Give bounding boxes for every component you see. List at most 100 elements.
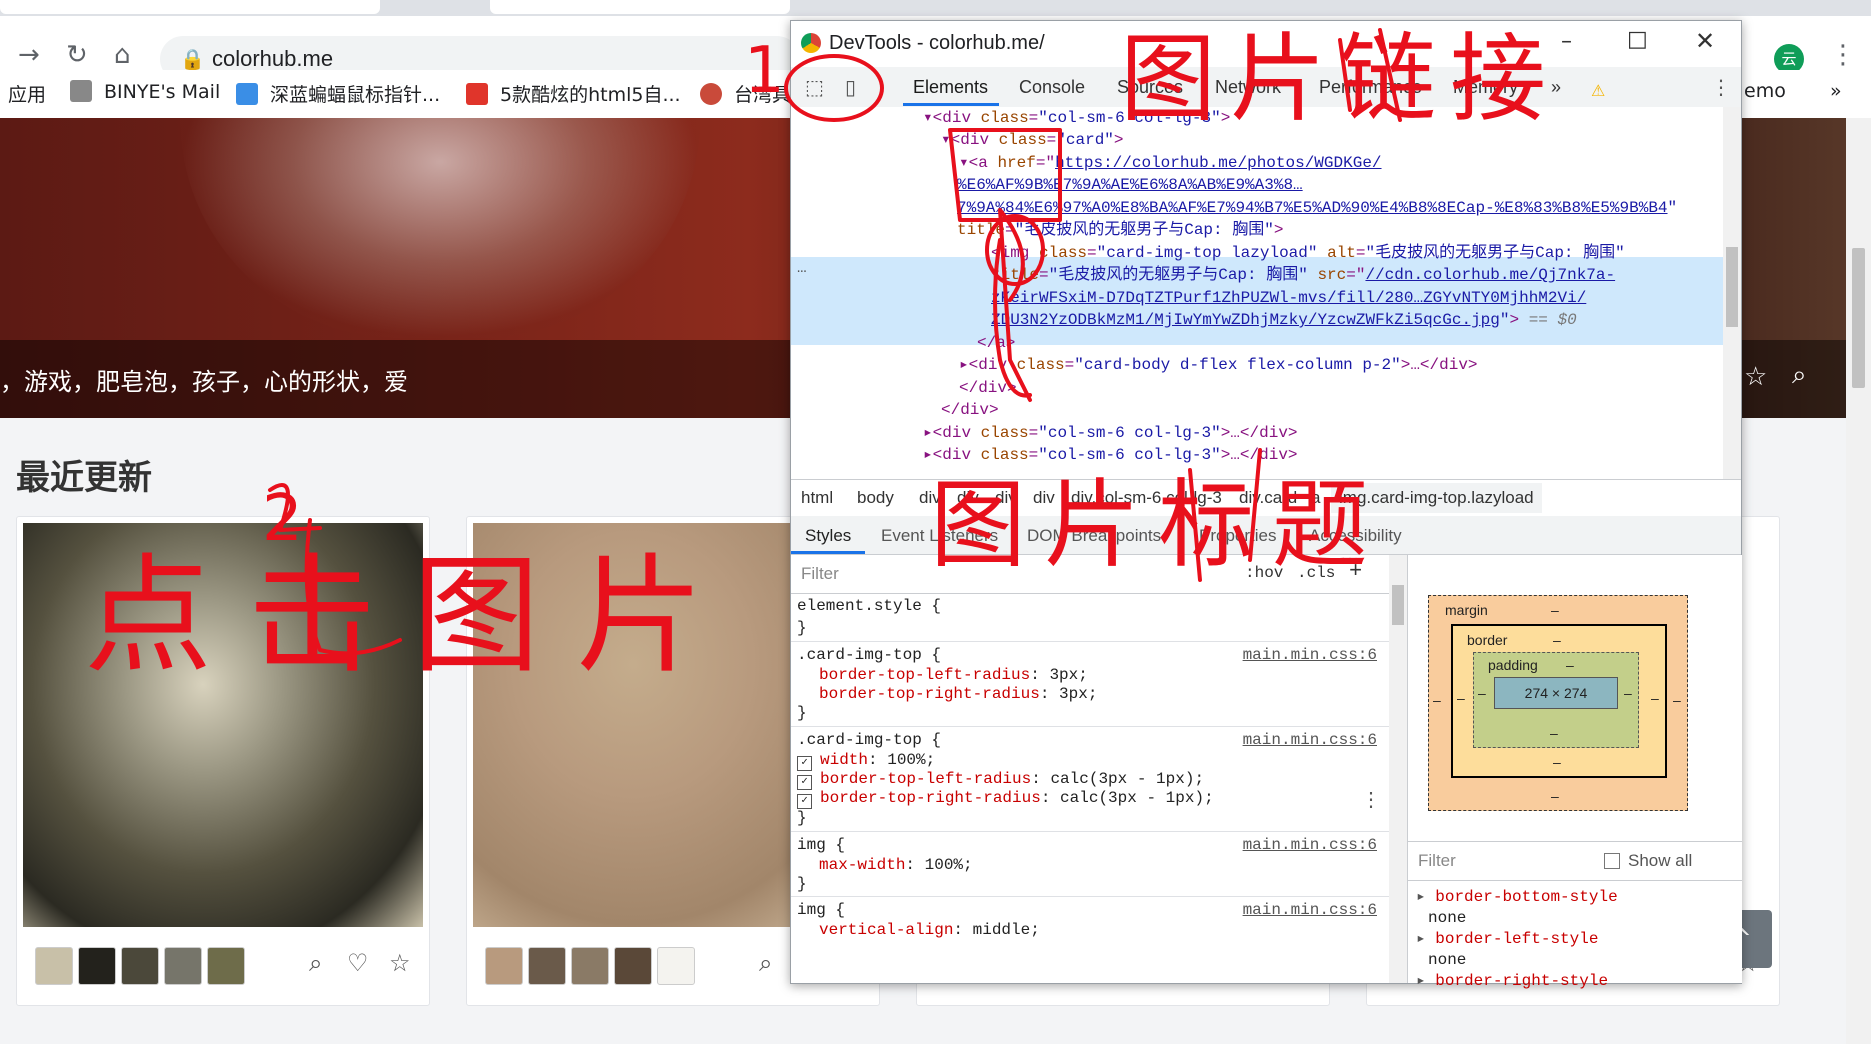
style-property[interactable]: border-top-left-radius: 3px; [819,666,1088,684]
margin-right-value[interactable]: – [1673,692,1681,708]
forward-icon[interactable]: → [18,40,40,70]
padding-bottom-value[interactable]: – [1550,725,1558,741]
card-image[interactable] [23,523,423,927]
dom-line[interactable]: </div> [941,399,999,422]
scrollbar-thumb[interactable] [1852,248,1865,388]
show-all-checkbox[interactable] [1604,853,1620,869]
bookmark-mail[interactable]: BINYE's Mail [70,80,220,103]
tab-dom-breakpoints[interactable]: DOM Breakpoints [1027,526,1161,546]
bookmark-apps[interactable]: 应用 [8,80,46,107]
color-swatch[interactable] [78,947,116,985]
device-toolbar-icon[interactable]: ▯ [845,75,856,99]
color-swatch[interactable] [657,947,695,985]
dom-line[interactable]: ▸<div class="card-body d-flex flex-colum… [959,354,1478,377]
property-checkbox[interactable]: ✓ [797,775,812,790]
style-property[interactable]: max-width: 100%; [819,856,973,874]
property-checkbox[interactable]: ✓ [797,756,812,771]
dom-line[interactable]: ZDU3N2YzODBkMzM1/MjIwYmYwZDhjMzky/YzcwZW… [991,309,1577,332]
bookmark-taiwan[interactable]: 台湾具 [700,80,791,107]
maximize-icon[interactable]: □ [1627,27,1648,52]
breadcrumb-item[interactable]: div [919,488,941,508]
border-right-value[interactable]: – [1651,690,1659,706]
home-icon[interactable]: ⌂ [114,40,131,70]
border-bottom-value[interactable]: – [1553,754,1561,770]
style-property[interactable]: border-top-right-radius: 3px; [819,685,1097,703]
style-property[interactable]: vertical-align: middle; [819,921,1040,939]
box-model-padding[interactable]: padding – – – – 274 × 274 [1473,652,1639,748]
color-swatch[interactable] [164,947,202,985]
tab-styles[interactable]: Styles [805,526,851,546]
tab-properties[interactable]: Properties [1199,526,1276,546]
rule-selector[interactable]: element.style { [797,597,941,615]
close-icon[interactable]: ✕ [1695,27,1715,55]
rule-selector[interactable]: .card-img-top { [797,646,941,664]
color-swatch[interactable] [614,947,652,985]
dom-scrollbar[interactable] [1723,107,1741,479]
style-property[interactable]: ✓ width: 100%; [797,751,935,771]
breadcrumb-item-selected[interactable]: img.card-img-top.lazyload [1331,483,1542,513]
box-model-margin[interactable]: margin – – – – border – – – – padding – … [1428,595,1688,811]
breadcrumb-item[interactable]: html [801,488,833,508]
border-left-value[interactable]: – [1457,690,1465,706]
dom-line[interactable]: title="毛皮披风的无躯男子与Cap: 胸围" src="//cdn.col… [991,264,1615,287]
tab-network[interactable]: Network [1215,77,1281,98]
tab-sources[interactable]: Sources [1117,77,1183,98]
more-tabs-icon[interactable]: » [1551,77,1561,98]
margin-top-value[interactable]: – [1551,602,1559,618]
new-rule-icon[interactable]: + [1349,559,1362,584]
bookmark-bat[interactable]: 深蓝蝙蝠鼠标指针... [236,80,440,107]
minimize-icon[interactable]: – [1561,29,1572,54]
breadcrumb-item[interactable]: div.col-sm-6.col-lg-3 [1071,488,1222,508]
breadcrumb-item[interactable]: div [957,488,979,508]
tab-console[interactable]: Console [1019,77,1085,98]
dom-line[interactable]: <img class="card-img-top lazyload" alt="… [991,242,1625,265]
style-property-overridden[interactable]: ✓ border-top-right-radius: calc(3px - 1px… [797,789,1214,809]
color-swatch[interactable] [528,947,566,985]
dom-line[interactable]: </a> [977,332,1015,355]
box-model-content[interactable]: 274 × 274 [1494,677,1618,709]
rule-selector[interactable]: .card-img-top { [797,731,941,749]
dom-line[interactable]: %E6%AF%9B%E7%9A%AE%E6%8A%AB%E9%A3%8… [957,174,1303,197]
breadcrumb-item[interactable]: div [995,488,1017,508]
breadcrumb-item[interactable]: div [1033,488,1055,508]
tab-elements[interactable]: Elements [913,77,988,98]
browser-tab[interactable] [0,0,380,14]
rule-selector[interactable]: img { [797,901,845,919]
bookmark-html5[interactable]: 5款酷炫的html5自... [466,80,681,107]
tab-accessibility[interactable]: Accessibility [1309,526,1402,546]
color-swatch[interactable] [207,947,245,985]
hero-search-icon[interactable]: ⌕ [1792,360,1807,391]
menu-icon[interactable]: ⋮ [1830,40,1856,70]
style-property-overridden[interactable]: ✓ border-top-left-radius: calc(3px - 1px)… [797,770,1204,790]
tab-performance[interactable]: Performance [1319,77,1422,98]
rule-menu-icon[interactable]: ⋮ [1361,787,1381,813]
hero-tags[interactable]: ，游戏，肥皂泡，孩子，心的形状，爱 [0,362,408,397]
tab-event-listeners[interactable]: Event Listeners [881,526,998,546]
dom-line[interactable]: title="毛皮披风的无躯男子与Cap: 胸围"> [957,219,1283,242]
scrollbar-thumb[interactable] [1392,585,1404,625]
color-swatch[interactable] [485,947,523,985]
dom-line[interactable]: ▾<div class="card"> [941,129,1124,152]
box-model-border[interactable]: border – – – – padding – – – – 274 × 274 [1451,624,1667,778]
rule-source-link[interactable]: main.min.css:6 [1243,836,1377,854]
margin-left-value[interactable]: – [1433,692,1441,708]
computed-property[interactable]: ▸ border-bottom-style [1416,887,1618,908]
color-swatch[interactable] [571,947,609,985]
dom-line[interactable]: ▸<div class="col-sm-6 col-lg-3">…</div> [923,444,1298,467]
more-bookmarks-icon[interactable]: » [1830,80,1842,102]
breadcrumb-item[interactable]: div.card [1239,488,1297,508]
cls-toggle[interactable]: .cls [1297,564,1335,582]
search-icon[interactable]: ⌕ [309,949,322,977]
star-icon[interactable]: ☆ [389,949,411,977]
styles-filter-input[interactable]: Filter [801,564,839,584]
devtools-menu-icon[interactable]: ⋮ [1711,75,1731,99]
dom-line[interactable]: ▸<div class="col-sm-6 col-lg-3">…</div> [923,422,1298,445]
dom-line[interactable]: ▾<div class="col-sm-6 col-lg-3"> [923,107,1230,130]
url-text[interactable]: colorhub.me [212,46,333,72]
dom-line[interactable]: 7%9A%84%E6%97%A0%E8%BA%AF%E7%94%B7%E5%AD… [957,197,1677,220]
hero-star-icon[interactable]: ☆ [1744,362,1767,392]
dom-line[interactable]: </div> [959,377,1017,400]
scrollbar-thumb[interactable] [1726,247,1738,327]
color-swatch[interactable] [35,947,73,985]
styles-scrollbar[interactable] [1389,555,1407,983]
